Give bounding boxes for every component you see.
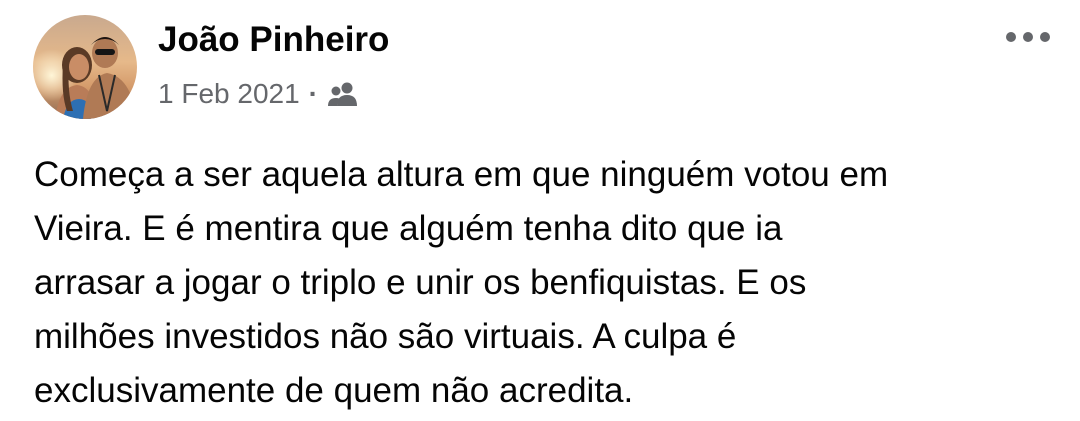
avatar-photo	[33, 15, 137, 119]
post-body-text: Começa a ser aquela altura em que ningué…	[34, 155, 889, 410]
post-meta: 1 Feb 2021 ·	[158, 76, 360, 112]
post-date[interactable]: 1 Feb 2021	[158, 78, 300, 110]
author-name[interactable]: João Pinheiro	[158, 19, 389, 61]
post-card: João Pinheiro 1 Feb 2021 · Começa a ser …	[0, 0, 1080, 421]
more-options-button[interactable]	[1000, 22, 1056, 52]
friends-icon[interactable]	[326, 80, 360, 108]
more-options-icon	[1006, 32, 1050, 42]
meta-separator: ·	[308, 78, 318, 109]
avatar[interactable]	[33, 15, 137, 119]
